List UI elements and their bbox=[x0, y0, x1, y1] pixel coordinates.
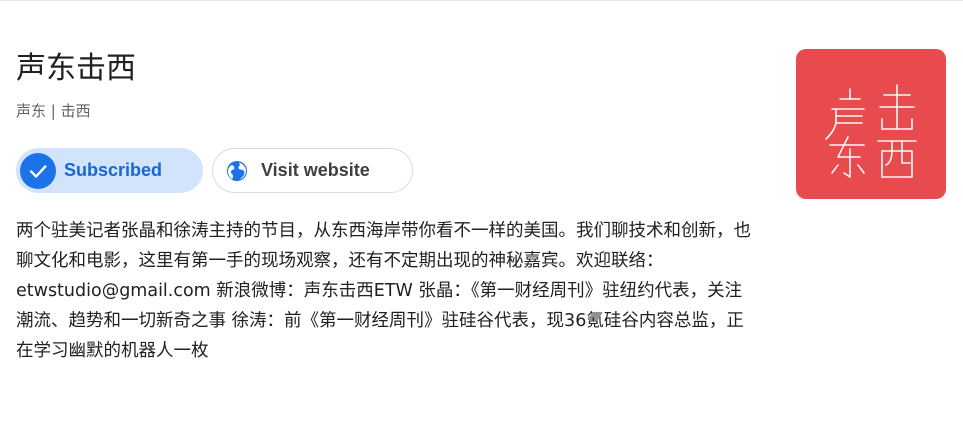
subscribed-label: Subscribed bbox=[64, 160, 163, 180]
podcast-description: 两个驻美记者张晶和徐涛主持的节目，从东西海岸带你看不一样的美国。我们聊技术和创新… bbox=[16, 221, 751, 361]
globe-icon bbox=[225, 159, 249, 183]
top-divider bbox=[0, 0, 963, 1]
podcast-header: 声东击西 声东 | 击西 Subscribed Visit website 两个… bbox=[0, 0, 963, 448]
visit-website-label: Visit website bbox=[261, 160, 370, 180]
podcast-title: 声东击西 bbox=[16, 51, 136, 86]
podcast-logo-art bbox=[825, 84, 917, 178]
subscribed-button[interactable]: Subscribed bbox=[16, 148, 203, 193]
visit-website-button[interactable]: Visit website bbox=[212, 148, 413, 193]
podcast-logo[interactable] bbox=[796, 49, 946, 199]
podcast-author: 声东 | 击西 bbox=[16, 102, 91, 120]
check-icon bbox=[20, 152, 56, 189]
